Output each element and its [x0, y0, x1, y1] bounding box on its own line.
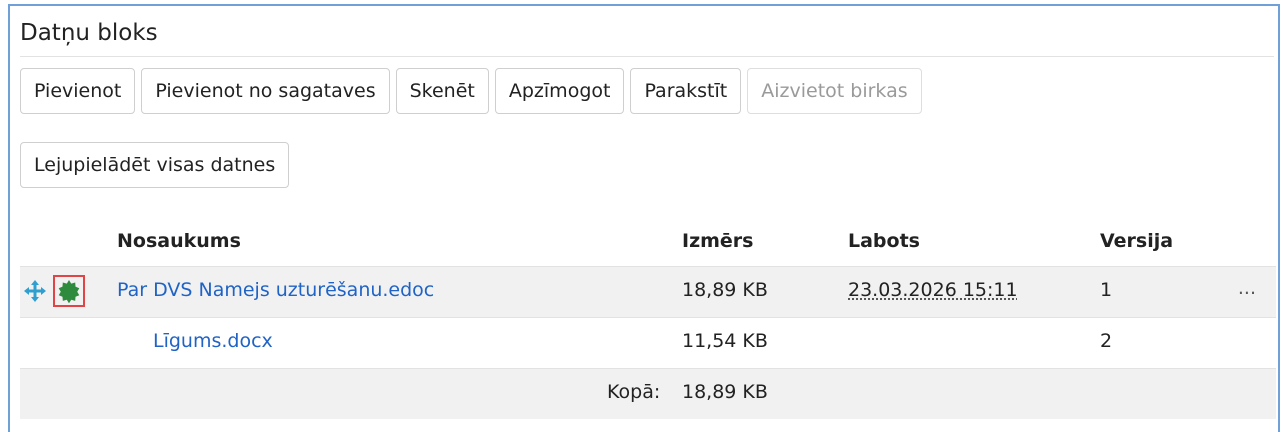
- download-all-button[interactable]: Lejupielādēt visas datnes: [20, 142, 290, 188]
- total-row: Kopā: 18,89 KB: [20, 368, 1276, 419]
- download-row: Lejupielādēt visas datnes: [20, 142, 290, 188]
- table-row[interactable]: Līgums.docx 11,54 KB 2: [20, 317, 1276, 368]
- header-modified[interactable]: Labots: [848, 230, 920, 252]
- total-label: Kopā:: [607, 381, 661, 403]
- file-size: 11,54 KB: [682, 330, 768, 352]
- file-version: 2: [1100, 330, 1113, 352]
- row-menu-button[interactable]: ...: [1238, 277, 1256, 299]
- file-table: Nosaukums Izmērs Labots Versija Par DVS …: [20, 218, 1276, 419]
- sign-button[interactable]: Parakstīt: [630, 68, 742, 114]
- scan-button[interactable]: Skenēt: [395, 68, 489, 114]
- table-header: Nosaukums Izmērs Labots Versija: [20, 218, 1276, 266]
- title-divider: [20, 56, 1274, 57]
- move-arrows-icon[interactable]: [24, 280, 46, 302]
- file-name-link[interactable]: Par DVS Namejs uzturēšanu.edoc: [117, 279, 434, 301]
- file-version: 1: [1100, 279, 1113, 301]
- toolbar: Pievienot Pievienot no sagataves Skenēt …: [20, 68, 922, 114]
- stamp-button[interactable]: Apzīmogot: [494, 68, 625, 114]
- replace-tags-button[interactable]: Aizvietot birkas: [747, 68, 922, 114]
- seal-icon[interactable]: [53, 275, 85, 307]
- add-from-template-button[interactable]: Pievienot no sagataves: [141, 68, 390, 114]
- header-name[interactable]: Nosaukums: [117, 230, 241, 252]
- total-value: 18,89 KB: [682, 381, 768, 403]
- file-size: 18,89 KB: [682, 279, 768, 301]
- add-button[interactable]: Pievienot: [20, 68, 136, 114]
- header-version[interactable]: Versija: [1100, 230, 1173, 252]
- file-block-panel: Datņu bloks Pievienot Pievienot no sagat…: [8, 4, 1280, 432]
- table-row[interactable]: Par DVS Namejs uzturēšanu.edoc 18,89 KB …: [20, 266, 1276, 317]
- file-modified: 23.03.2026 15:11: [848, 279, 1018, 301]
- panel-title: Datņu bloks: [20, 20, 158, 46]
- header-size[interactable]: Izmērs: [682, 230, 754, 252]
- file-name-link[interactable]: Līgums.docx: [153, 330, 273, 352]
